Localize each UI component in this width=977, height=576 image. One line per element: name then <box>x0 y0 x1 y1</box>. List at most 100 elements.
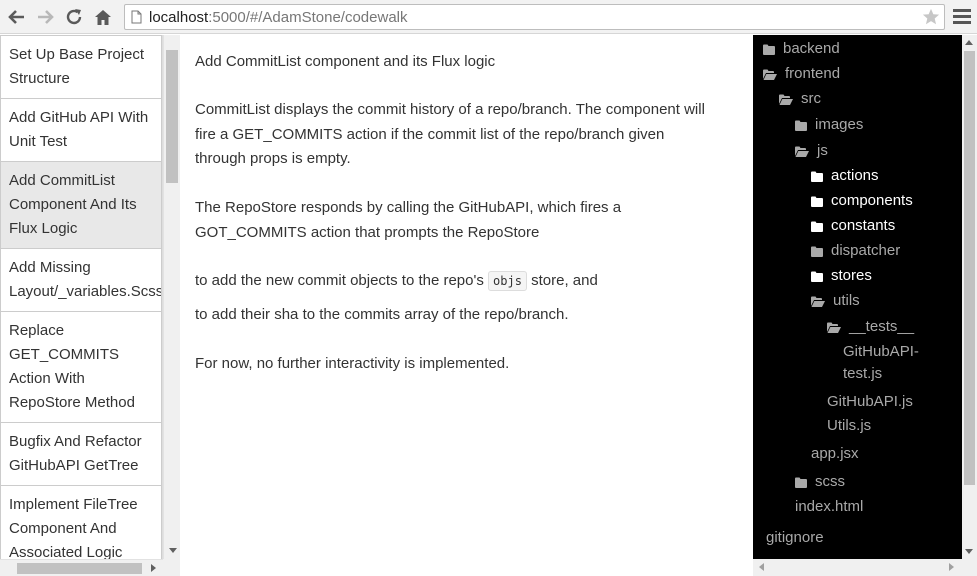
tree-node[interactable]: src <box>779 89 821 111</box>
back-arrow-icon[interactable] <box>5 5 29 29</box>
folder-open-icon <box>763 66 777 86</box>
sidebar-step-label: GitHubAPI GetTree <box>9 457 139 474</box>
scroll-right-arrow-icon[interactable] <box>151 564 156 572</box>
scrollbar-thumb[interactable] <box>964 51 975 485</box>
tree-vertical-scrollbar[interactable] <box>962 35 977 559</box>
tree-node[interactable]: test.js <box>843 364 882 384</box>
sidebar-step-label: Layout/_variables.Scss <box>9 283 162 300</box>
tree-node[interactable]: gitignore <box>766 528 824 548</box>
scrollbar-thumb[interactable] <box>17 563 142 574</box>
scroll-left-arrow-icon[interactable] <box>759 563 764 571</box>
tree-node[interactable]: images <box>795 115 863 137</box>
tree-node[interactable]: utils <box>811 291 860 313</box>
folder-open-icon <box>779 91 793 111</box>
menu-hamburger-icon[interactable] <box>953 6 971 28</box>
tree-node-label: gitignore <box>766 529 824 546</box>
sidebar-horizontal-scrollbar[interactable] <box>0 559 163 576</box>
bookmark-star-icon[interactable] <box>922 8 940 31</box>
tree-node-label: __tests__ <box>849 318 915 335</box>
tree-node[interactable]: scss <box>795 472 845 494</box>
tree-node-label: Utils.js <box>827 417 872 434</box>
tree-node-label: stores <box>831 267 872 284</box>
scroll-down-arrow-icon[interactable] <box>169 548 177 553</box>
tree-node-label: backend <box>783 40 840 57</box>
sidebar-step[interactable]: Implement FileTree Component And Associate… <box>0 486 162 559</box>
tree-node[interactable]: index.html <box>795 497 863 517</box>
sidebar-step[interactable]: Add Missing Layout/_variables.Scss <box>0 249 162 312</box>
sidebar-step[interactable]: Add GitHub API With Unit Test <box>0 99 162 162</box>
folder-icon <box>811 218 823 238</box>
tree-node[interactable]: __tests__ <box>827 317 914 339</box>
sidebar-step-label: Flux Logic <box>9 220 78 237</box>
sidebar-step[interactable]: Replace GET_COMMITS Action With RepoStore M… <box>0 312 162 423</box>
scroll-down-arrow-icon[interactable] <box>965 549 973 554</box>
tree-node[interactable]: components <box>811 191 913 213</box>
sidebar-step[interactable]: Set Up Base Project Structure <box>0 35 162 99</box>
tree-node[interactable]: actions <box>811 166 879 188</box>
sidebar-step-label: Associated Logic <box>9 544 123 559</box>
sidebar-step-label: Bugfix And Refactor <box>9 433 142 450</box>
tree-node-label: index.html <box>795 498 864 515</box>
folder-icon <box>795 117 807 137</box>
page-icon <box>131 10 142 29</box>
tree-node-label: dispatcher <box>831 242 901 259</box>
paragraph-line: through props is empty. <box>195 150 351 167</box>
file-tree: backend frontend src images js actions compone… <box>753 35 962 559</box>
tree-node[interactable]: dispatcher <box>811 241 900 263</box>
folder-open-icon <box>827 319 841 339</box>
folder-icon <box>811 268 823 288</box>
sidebar-step-label: Add CommitList <box>9 172 115 189</box>
sidebar-step-label: Component And Its <box>9 196 137 213</box>
reload-icon[interactable] <box>62 5 86 29</box>
scrollbar-thumb[interactable] <box>166 50 178 183</box>
tree-node[interactable]: frontend <box>763 64 840 86</box>
tree-horizontal-scrollbar[interactable] <box>753 559 962 576</box>
tree-node[interactable]: app.jsx <box>811 444 859 464</box>
sidebar-step-label: Implement FileTree <box>9 496 138 513</box>
sidebar-step-label: GET_COMMITS <box>9 346 120 363</box>
folder-open-icon <box>811 293 825 313</box>
folder-icon <box>811 243 823 263</box>
tree-node[interactable]: js <box>795 141 828 163</box>
tree-node-label: app.jsx <box>811 445 859 462</box>
paragraph-line: GOT_COMMITS action that prompts the Repo… <box>195 223 540 241</box>
inline-code: objs <box>488 271 527 291</box>
sidebar-step-label: Structure <box>9 70 70 87</box>
tree-node[interactable]: stores <box>811 266 872 288</box>
tree-node-label: actions <box>831 167 879 184</box>
tree-node[interactable]: constants <box>811 216 895 238</box>
folder-icon <box>811 168 823 188</box>
folder-icon <box>763 41 775 61</box>
tree-node-label: frontend <box>785 65 841 82</box>
address-bar[interactable]: localhost:5000/#/AdamStone/codewalk <box>124 4 945 30</box>
step-description: Add CommitList component and its Flux lo… <box>195 35 745 575</box>
tree-node-label: utils <box>833 292 860 309</box>
scrollbar-corner <box>962 559 977 576</box>
tree-node[interactable]: Utils.js <box>827 416 871 436</box>
paragraph-line: CommitList displays the commit history o… <box>195 101 705 118</box>
tree-node-label: components <box>831 192 913 209</box>
sidebar-step[interactable]: Add CommitList Component And Its Flux Logi… <box>0 162 162 249</box>
url-text: localhost:5000/#/AdamStone/codewalk <box>149 9 408 26</box>
tree-node[interactable]: GitHubAPI.js <box>827 392 913 412</box>
tree-node[interactable]: GitHubAPI- <box>843 342 919 362</box>
sidebar-step-label: RepoStore Method <box>9 394 135 411</box>
scroll-right-arrow-icon[interactable] <box>949 563 954 571</box>
sidebar-vertical-scrollbar[interactable] <box>163 35 180 559</box>
home-icon[interactable] <box>91 5 115 29</box>
sidebar-step-label: Component And <box>9 520 117 537</box>
sidebar-step[interactable]: Bugfix And Refactor GitHubAPI GetTree <box>0 423 162 486</box>
step-title: Add CommitList component and its Flux lo… <box>195 53 496 70</box>
scrollbar-corner <box>163 559 180 576</box>
forward-arrow-icon[interactable] <box>33 5 57 29</box>
folder-icon <box>795 474 807 494</box>
sidebar-step-label: Action With <box>9 370 85 387</box>
tree-node-label: GitHubAPI.js <box>827 393 913 410</box>
tree-node-label: constants <box>831 217 896 234</box>
sidebar-step-label: Set Up Base Project <box>9 46 145 63</box>
scroll-up-arrow-icon[interactable] <box>965 40 973 45</box>
list-item: to add their sha to the commits array of… <box>195 306 569 323</box>
paragraph-line: The RepoStore responds by calling the Gi… <box>195 199 622 216</box>
tree-node[interactable]: backend <box>763 39 840 61</box>
tree-node-label: scss <box>815 473 845 490</box>
